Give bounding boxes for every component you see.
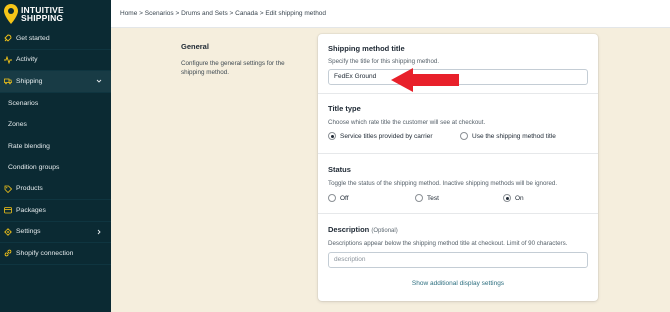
chevron-down-icon: [95, 77, 103, 85]
status-section: Status Toggle the status of the shipping…: [318, 154, 598, 214]
status-description: Toggle the status of the shipping method…: [328, 180, 558, 187]
sidebar-item-get-started[interactable]: Get started: [0, 28, 111, 50]
tag-icon: [4, 185, 12, 193]
red-arrow-annotation: [391, 68, 459, 92]
radio-method-title[interactable]: Use the shipping method title: [460, 132, 556, 140]
title-type-description: Choose which rate title the customer wil…: [328, 119, 486, 126]
general-section-title: General: [181, 42, 209, 51]
method-title-description: Specify the title for this shipping meth…: [328, 58, 440, 65]
sidebar-item-label: Rate blending: [8, 142, 50, 150]
sidebar-item-zones[interactable]: Zones: [0, 114, 111, 136]
status-heading: Status: [328, 165, 351, 174]
title-type-heading: Title type: [328, 104, 361, 113]
sidebar-item-activity[interactable]: Activity: [0, 50, 111, 71]
breadcrumb: Home > Scenarios > Drums and Sets > Cana…: [111, 0, 670, 28]
chevron-right-icon: [95, 228, 103, 236]
sidebar-item-shipping[interactable]: Shipping: [0, 71, 111, 93]
gear-icon: [4, 228, 12, 236]
radio-label: Test: [427, 194, 439, 202]
radio-label: On: [515, 194, 524, 202]
separator-text: >: [229, 10, 234, 17]
sidebar-item-shopify-connection[interactable]: Shopify connection: [0, 243, 111, 265]
sidebar-item-label: Condition groups: [8, 164, 60, 172]
separator-text: >: [259, 10, 264, 17]
sidebar-item-condition-groups[interactable]: Condition groups: [0, 157, 111, 179]
radio-label: Off: [340, 194, 349, 202]
sidebar-item-settings[interactable]: Settings: [0, 222, 111, 243]
radio-label: Use the shipping method title: [472, 132, 556, 140]
radio-status-on[interactable]: On: [503, 194, 524, 202]
brand-name: INTUITIVE SHIPPING: [21, 6, 64, 23]
sidebar: INTUITIVE SHIPPING Get started Activity …: [0, 0, 111, 312]
package-icon: [4, 206, 12, 214]
sidebar-item-rate-blending[interactable]: Rate blending: [0, 136, 111, 158]
pulse-icon: [4, 55, 12, 64]
radio-circle-selected[interactable]: [328, 132, 336, 140]
description-heading: Description (Optional): [328, 225, 398, 234]
description-help-text: Descriptions appear below the shipping m…: [328, 240, 568, 247]
breadcrumb-separator: >: [258, 10, 265, 17]
title-type-section: Title type Choose which rate title the c…: [318, 94, 598, 154]
sidebar-item-packages[interactable]: Packages: [0, 200, 111, 222]
description-section: Description (Optional) Descriptions appe…: [318, 214, 598, 301]
radio-label: Service titles provided by carrier: [340, 132, 433, 140]
brand-line-2: SHIPPING: [21, 13, 64, 23]
rocket-icon: [4, 34, 12, 42]
sidebar-item-label: Activity: [16, 56, 38, 64]
sidebar-nav: Get started Activity Shipping Scenarios …: [0, 28, 111, 265]
separator-text: >: [175, 10, 180, 17]
breadcrumb-home[interactable]: Home: [120, 10, 137, 17]
breadcrumb-separator: >: [228, 10, 235, 17]
sidebar-item-label: Shopify connection: [16, 249, 74, 257]
main-content: General Configure the general settings f…: [111, 28, 670, 312]
sidebar-item-label: Scenarios: [8, 99, 39, 107]
description-input[interactable]: description: [328, 252, 588, 268]
breadcrumb-scenarios[interactable]: Scenarios: [145, 10, 174, 17]
sidebar-item-label: Settings: [16, 228, 41, 236]
sidebar-item-label: Shipping: [16, 77, 43, 85]
sidebar-item-products[interactable]: Products: [0, 179, 111, 200]
radio-status-off[interactable]: Off: [328, 194, 349, 202]
sidebar-item-scenarios[interactable]: Scenarios: [0, 93, 111, 115]
breadcrumb-current: Edit shipping method: [265, 10, 327, 17]
brand-logo[interactable]: INTUITIVE SHIPPING: [4, 2, 111, 26]
sidebar-item-label: Products: [16, 185, 43, 193]
optional-label: (Optional): [371, 228, 398, 234]
breadcrumb-drums-and-sets[interactable]: Drums and Sets: [181, 10, 228, 17]
separator-text: >: [139, 10, 143, 17]
radio-circle[interactable]: [415, 194, 423, 202]
link-icon: [4, 249, 12, 257]
truck-icon: [4, 77, 12, 85]
sidebar-item-label: Packages: [16, 206, 46, 214]
breadcrumb-separator: >: [174, 10, 181, 17]
radio-status-test[interactable]: Test: [415, 194, 439, 202]
location-pin-icon: [4, 4, 18, 24]
description-heading-text: Description: [328, 225, 370, 234]
radio-carrier-titles[interactable]: Service titles provided by carrier: [328, 132, 432, 140]
show-additional-settings-link[interactable]: Show additional display settings: [318, 280, 598, 287]
sidebar-item-label: Zones: [8, 121, 27, 129]
breadcrumb-separator: >: [137, 10, 144, 17]
sidebar-item-label: Get started: [16, 34, 50, 42]
radio-circle-selected[interactable]: [503, 194, 511, 202]
method-title-heading: Shipping method title: [328, 44, 405, 53]
radio-circle[interactable]: [328, 194, 336, 202]
general-section-description: Configure the general settings for the s…: [181, 60, 285, 76]
breadcrumb-canada[interactable]: Canada: [235, 10, 258, 17]
radio-circle[interactable]: [460, 132, 468, 140]
